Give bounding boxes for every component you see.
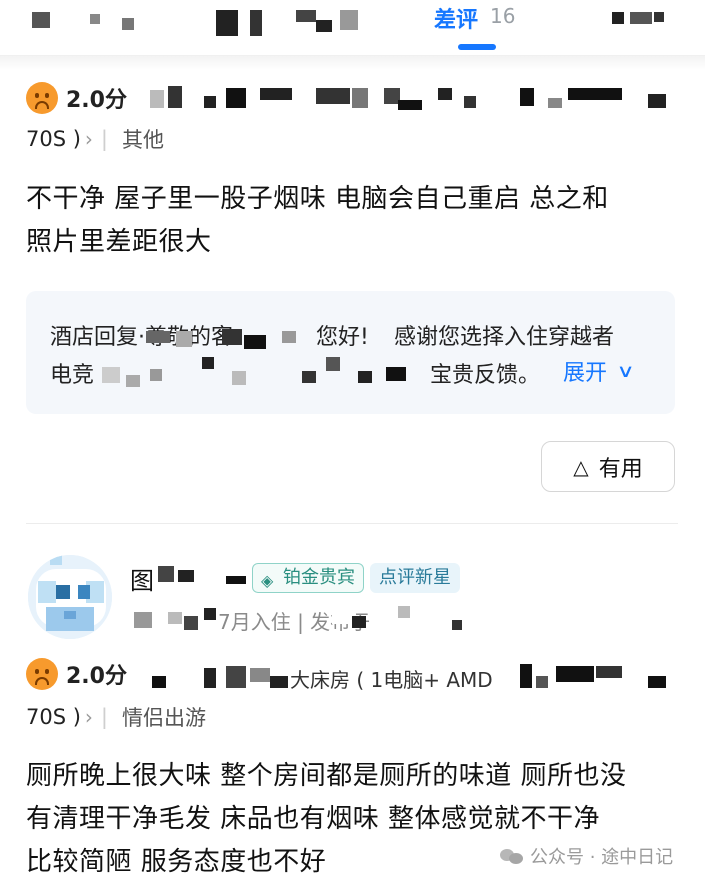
thumb-up-triangle-icon: △ — [573, 454, 589, 479]
review-1-text-line: 照片里差距很大 — [26, 227, 212, 257]
review-star-badge: 点评新星 — [370, 563, 460, 593]
watermark: 公众号 · 途中日记 — [500, 843, 673, 869]
review-1-text: 不干净 屋子里一股子烟味 电脑会自己重启 总之和 照片里差距很大 — [26, 178, 676, 264]
username[interactable]: 图 — [130, 561, 154, 596]
wechat-icon — [500, 847, 524, 865]
tab-negative-reviews[interactable]: 差评 — [434, 2, 478, 34]
review-1-text-line: 不干净 屋子里一股子烟味 电脑会自己重启 总之和 — [26, 184, 609, 214]
platinum-vip-label: 铂金贵宾 — [283, 567, 355, 588]
chevron-right-icon[interactable]: › — [85, 705, 93, 729]
tab-bar-shadow — [0, 56, 705, 70]
hotel-reply-box: 酒店回复·尊敬的客 您好! 感谢您选择入住穿越者 电竞 宝贵反馈。 展开 ∨ — [26, 291, 675, 414]
review-2-meta-row: 70S ) › | 情侣出游 — [26, 702, 206, 732]
meta-separator: | — [100, 705, 108, 729]
active-tab-indicator — [458, 44, 496, 50]
chevron-down-icon: ∨ — [616, 360, 635, 382]
review-2-text-line: 有清理干净毛发 床品也有烟味 整体感觉就不干净 — [26, 804, 601, 834]
review-1-room-suffix: 70S ) — [26, 127, 81, 151]
platinum-vip-badge: ◈ 铂金贵宾 — [252, 563, 364, 593]
reply-line-1-prefix: 酒店回复·尊敬的客 — [50, 325, 233, 350]
sad-face-icon — [26, 82, 58, 114]
tab-negative-count: 16 — [490, 4, 516, 28]
review-2-trip-type: 情侣出游 — [122, 706, 206, 730]
meta-separator: | — [100, 127, 108, 151]
useful-label: 有用 — [598, 456, 643, 482]
reply-expand-button[interactable]: 展开 ∨ — [563, 355, 635, 387]
reply-line-2-suffix: 宝贵反馈。 — [430, 363, 541, 388]
diamond-icon: ◈ — [261, 571, 274, 590]
review-2-text-line: 厕所晚上很大味 整个房间都是厕所的味道 厕所也没 — [26, 761, 627, 791]
review-tab-bar: 差评 16 — [0, 0, 705, 56]
reply-expand-label: 展开 — [563, 361, 608, 386]
review-2-room-suffix: 70S ) — [26, 705, 81, 729]
review-1-score: 2.0分 — [66, 88, 127, 113]
watermark-text: 公众号 · 途中日记 — [530, 847, 674, 868]
review-2-room-type: 大床房 ( 1电脑+ AMD — [290, 668, 493, 692]
avatar[interactable] — [28, 555, 112, 639]
chevron-right-icon[interactable]: › — [85, 127, 93, 151]
sad-face-icon — [26, 658, 58, 690]
reply-line-1-suffix: 感谢您选择入住穿越者 — [394, 325, 615, 350]
useful-button[interactable]: △ 有用 — [541, 441, 675, 492]
review-1-score-row: 2.0分 — [26, 82, 127, 114]
review-divider — [26, 523, 678, 524]
review-1-meta-row: 70S ) › | 其他 — [26, 124, 164, 154]
review-1-trip-type: 其他 — [122, 128, 164, 152]
review-2-score: 2.0分 — [66, 664, 127, 689]
reply-line-1-middle: 您好! — [316, 325, 369, 350]
review-2-score-row: 2.0分 — [26, 658, 127, 690]
reply-line-2-prefix: 电竞 — [50, 363, 95, 388]
